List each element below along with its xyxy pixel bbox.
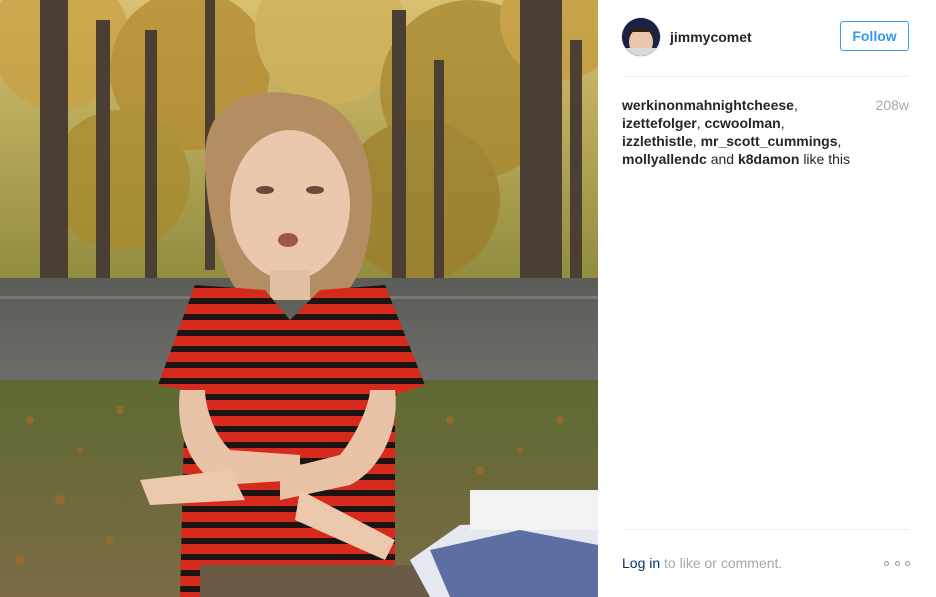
post-timestamp[interactable]: 208w	[876, 96, 909, 114]
liker-username[interactable]: izettefolger	[622, 115, 697, 131]
login-link[interactable]: Log in	[622, 555, 660, 571]
login-prompt: Log in to like or comment.	[622, 555, 782, 571]
post-header: jimmycomet Follow	[622, 18, 909, 58]
more-dot	[905, 560, 910, 566]
follow-button[interactable]: Follow	[840, 21, 909, 51]
liker-username[interactable]: mr_scott_cummings	[701, 133, 838, 149]
liker-username[interactable]: werkinonmahnightcheese	[622, 97, 794, 113]
liker-username[interactable]: izzlethistle	[622, 133, 693, 149]
likes-summary: werkinonmahnightcheese, izettefolger, cc…	[622, 97, 850, 167]
author-username[interactable]: jimmycomet	[670, 29, 752, 45]
footer-divider	[622, 529, 909, 530]
likes-suffix: like this	[803, 151, 850, 167]
header-divider	[622, 76, 909, 77]
more-options-icon[interactable]	[884, 557, 910, 569]
post-details-panel: jimmycomet Follow werkinonmahnightcheese…	[598, 0, 936, 597]
liker-username[interactable]: ccwoolman	[704, 115, 780, 131]
more-dot	[884, 560, 889, 566]
avatar-image[interactable]	[622, 18, 660, 56]
login-suffix: to like or comment.	[664, 555, 783, 571]
post-photo[interactable]	[0, 0, 598, 597]
more-dot	[894, 560, 900, 566]
liker-username[interactable]: mollyallendc	[622, 151, 707, 167]
liker-username[interactable]: k8damon	[738, 151, 799, 167]
likes-and-word: and	[710, 151, 735, 167]
